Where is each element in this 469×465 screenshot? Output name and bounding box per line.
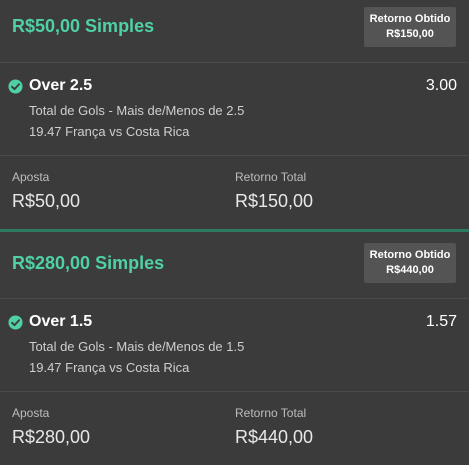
bet-header: R$50,00 Simples Retorno Obtido R$150,00 <box>0 0 469 62</box>
market-name: Total de Gols - Mais de/Menos de 1.5 <box>29 339 245 354</box>
event-name: 19.47 França vs Costa Rica <box>29 124 190 139</box>
total-return-label: Retorno Total <box>235 170 307 184</box>
selection-odds: 3.00 <box>425 77 457 94</box>
stake-value: R$280,00 <box>12 427 91 447</box>
bet-selection: Over 2.5 3.00 Total de Gols - Mais de/Me… <box>0 63 469 155</box>
market-name: Total de Gols - Mais de/Menos de 2.5 <box>29 103 245 118</box>
badge-value: R$150,00 <box>386 28 434 40</box>
bet-header: R$280,00 Simples Retorno Obtido R$440,00 <box>0 232 469 298</box>
event-name: 19.47 França vs Costa Rica <box>29 360 190 375</box>
badge-value: R$440,00 <box>386 264 434 276</box>
selection-odds: 1.57 <box>425 313 457 330</box>
return-obtained-badge: Retorno Obtido R$440,00 <box>364 243 456 283</box>
check-circle-icon <box>8 315 23 330</box>
badge-label: Retorno Obtido <box>369 13 451 25</box>
bet-card: R$50,00 Simples Retorno Obtido R$150,00 … <box>0 0 469 229</box>
total-return-value: R$150,00 <box>235 191 314 211</box>
total-return-label: Retorno Total <box>235 406 307 420</box>
return-obtained-badge: Retorno Obtido R$150,00 <box>364 7 456 47</box>
stake-value: R$50,00 <box>12 191 81 211</box>
check-circle-icon <box>8 79 23 94</box>
bet-title: R$50,00 Simples <box>12 16 155 36</box>
bet-title: R$280,00 Simples <box>12 253 165 273</box>
selection-name: Over 1.5 <box>29 313 93 330</box>
bet-totals: Aposta R$280,00 Retorno Total R$440,00 <box>0 392 469 465</box>
stake-label: Aposta <box>12 170 50 184</box>
stake-label: Aposta <box>12 406 50 420</box>
selection-name: Over 2.5 <box>29 77 93 94</box>
bet-card: R$280,00 Simples Retorno Obtido R$440,00… <box>0 232 469 465</box>
bet-selection: Over 1.5 1.57 Total de Gols - Mais de/Me… <box>0 299 469 391</box>
bet-totals: Aposta R$50,00 Retorno Total R$150,00 <box>0 156 469 229</box>
total-return-value: R$440,00 <box>235 427 314 447</box>
badge-label: Retorno Obtido <box>369 249 451 261</box>
